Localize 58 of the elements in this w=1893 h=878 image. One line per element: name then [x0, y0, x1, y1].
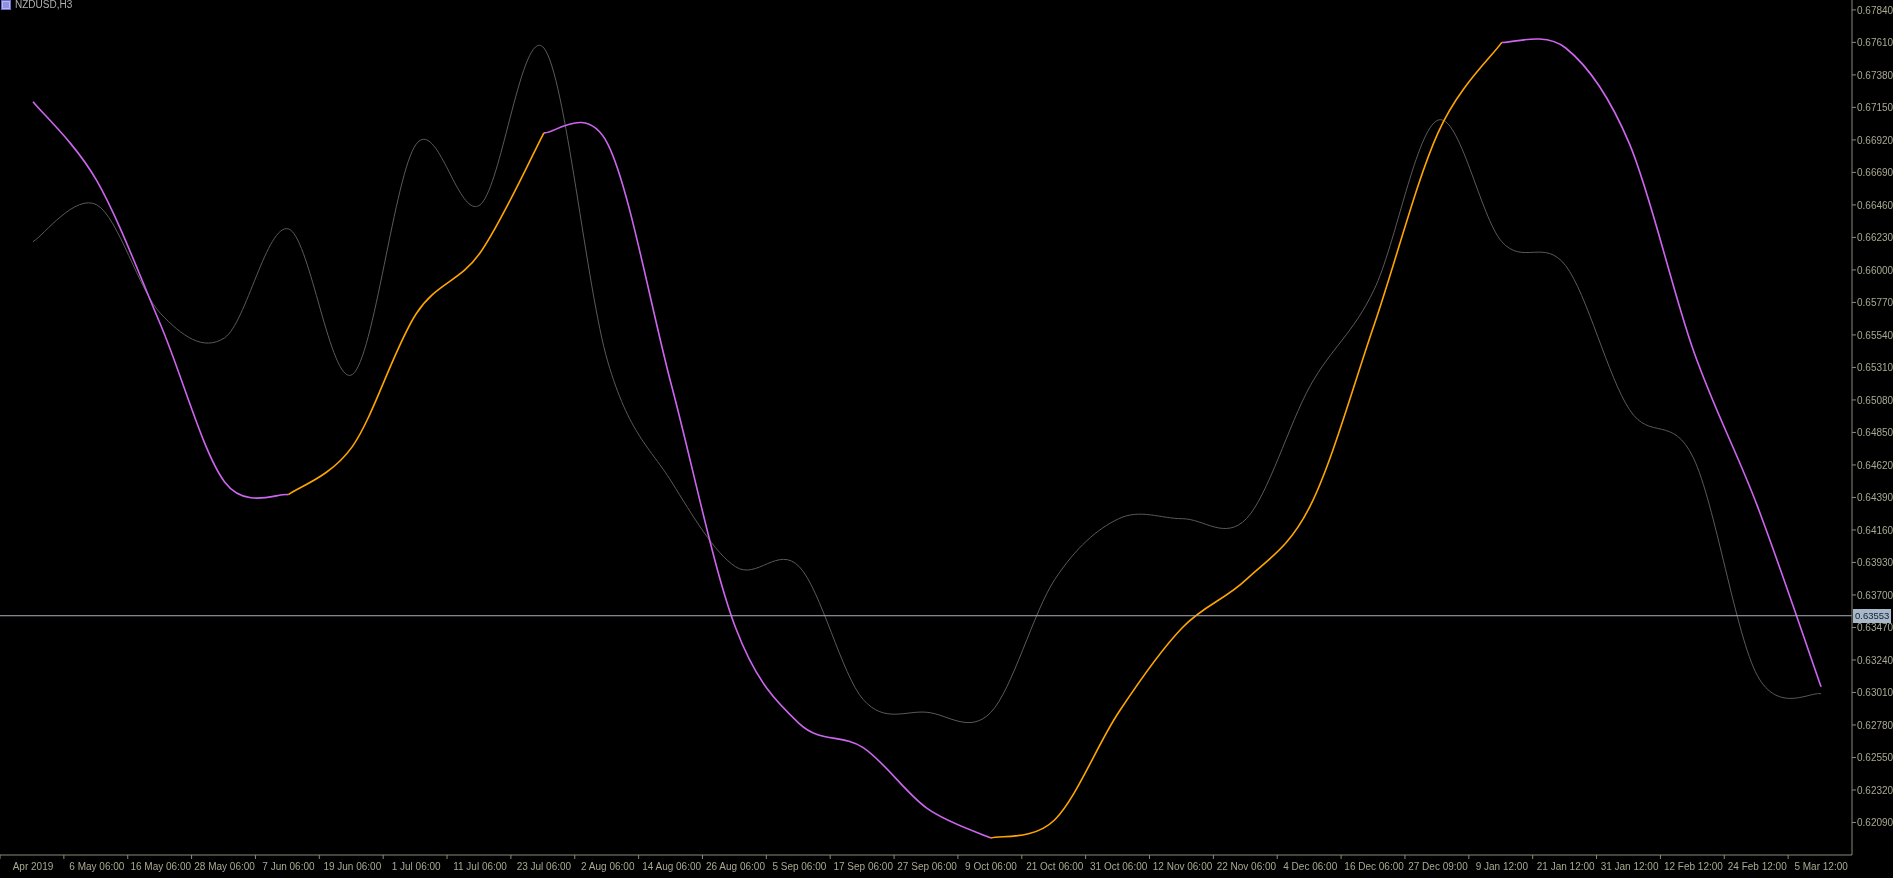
price-axis-label: 0.62090	[1857, 817, 1893, 829]
price-axis-label: 0.63240	[1857, 655, 1893, 666]
time-axis-label: 5 Mar 12:00	[1794, 861, 1848, 872]
price-axis-label: 0.66460	[1857, 199, 1893, 211]
time-axis-label: 14 Aug 06:00	[642, 861, 702, 872]
time-axis-label: 27 Sep 06:00	[897, 861, 957, 872]
price-axis-label: 0.63700	[1857, 589, 1893, 601]
time-axis-label: 17 Sep 06:00	[833, 861, 893, 872]
time-axis-label: 12 Nov 06:00	[1152, 861, 1213, 872]
price-axis-label: 0.62550	[1857, 752, 1893, 764]
time-axis-label: 7 Jun 06:00	[262, 861, 315, 872]
price-axis-label: 0.62320	[1857, 785, 1893, 796]
time-axis-label: 9 Oct 06:00	[965, 861, 1017, 872]
time-axis-label: 21 Oct 06:00	[1026, 861, 1084, 872]
window-title: NZDUSD,H3	[15, 0, 73, 10]
time-axis-label: 26 Aug 06:00	[706, 861, 765, 872]
time-axis-label: 4 Dec 06:00	[1283, 861, 1338, 872]
window-icon	[1, 0, 11, 10]
time-axis-label: 19 Jun 06:00	[323, 861, 382, 872]
time-axis-label: 31 Oct 06:00	[1090, 861, 1148, 872]
price-axis-label: 0.66230	[1857, 232, 1893, 244]
time-axis-label: Apr 2019	[12, 861, 54, 872]
current-price-label: 0.63553	[1853, 608, 1892, 623]
price-axis-label: 0.64850	[1857, 427, 1893, 439]
price-axis-label: 0.64620	[1857, 459, 1893, 471]
price-axis-label: 0.63010	[1857, 687, 1893, 699]
time-axis-label: 28 May 06:00	[194, 861, 255, 872]
price-axis-label: 0.67840	[1857, 4, 1893, 16]
price-axis-label: 0.63930	[1857, 557, 1893, 569]
time-axis-label: 9 Jan 12:00	[1475, 861, 1528, 872]
time-axis-label: 5 Sep 06:00	[772, 861, 827, 872]
time-axis-label: 22 Nov 06:00	[1216, 861, 1277, 872]
price-axis-label: 0.64160	[1857, 524, 1893, 536]
price-axis-label: 0.65770	[1857, 297, 1893, 309]
price-axis-label: 0.62780	[1857, 720, 1893, 731]
price-axis-label: 0.65540	[1857, 329, 1893, 341]
price-axis-label: 0.66690	[1857, 167, 1893, 179]
price-axis-label: 0.65080	[1857, 394, 1893, 406]
time-axis-label: 21 Jan 12:00	[1536, 861, 1595, 872]
time-axis-label: 2 Aug 06:00	[581, 861, 635, 872]
time-axis-label: 24 Feb 12:00	[1727, 861, 1787, 872]
time-axis-label: 27 Dec 09:00	[1408, 861, 1468, 872]
time-axis-label: 31 Jan 12:00	[1600, 861, 1659, 872]
price-axis-label: 0.67380	[1857, 69, 1893, 81]
time-axis-label: 16 Dec 06:00	[1344, 861, 1404, 872]
price-axis-label: 0.65310	[1857, 362, 1893, 374]
time-axis-label: 1 Jul 06:00	[391, 861, 441, 872]
price-axis-label: 0.66920	[1857, 134, 1893, 146]
price-axis-label: 0.67150	[1857, 102, 1893, 114]
time-axis-label: 11 Jul 06:00	[453, 861, 507, 872]
time-axis-label: 23 Jul 06:00	[516, 861, 572, 872]
time-axis-label: 6 May 06:00	[69, 861, 125, 872]
time-axis-label: 16 May 06:00	[130, 861, 192, 872]
price-axis-label: 0.66000	[1857, 264, 1893, 276]
price-axis-label: 0.67610	[1857, 37, 1893, 49]
price-axis-label: 0.64390	[1857, 492, 1893, 504]
price-axis-label: 0.63470	[1857, 622, 1893, 634]
time-axis-label: 12 Feb 12:00	[1663, 861, 1723, 872]
